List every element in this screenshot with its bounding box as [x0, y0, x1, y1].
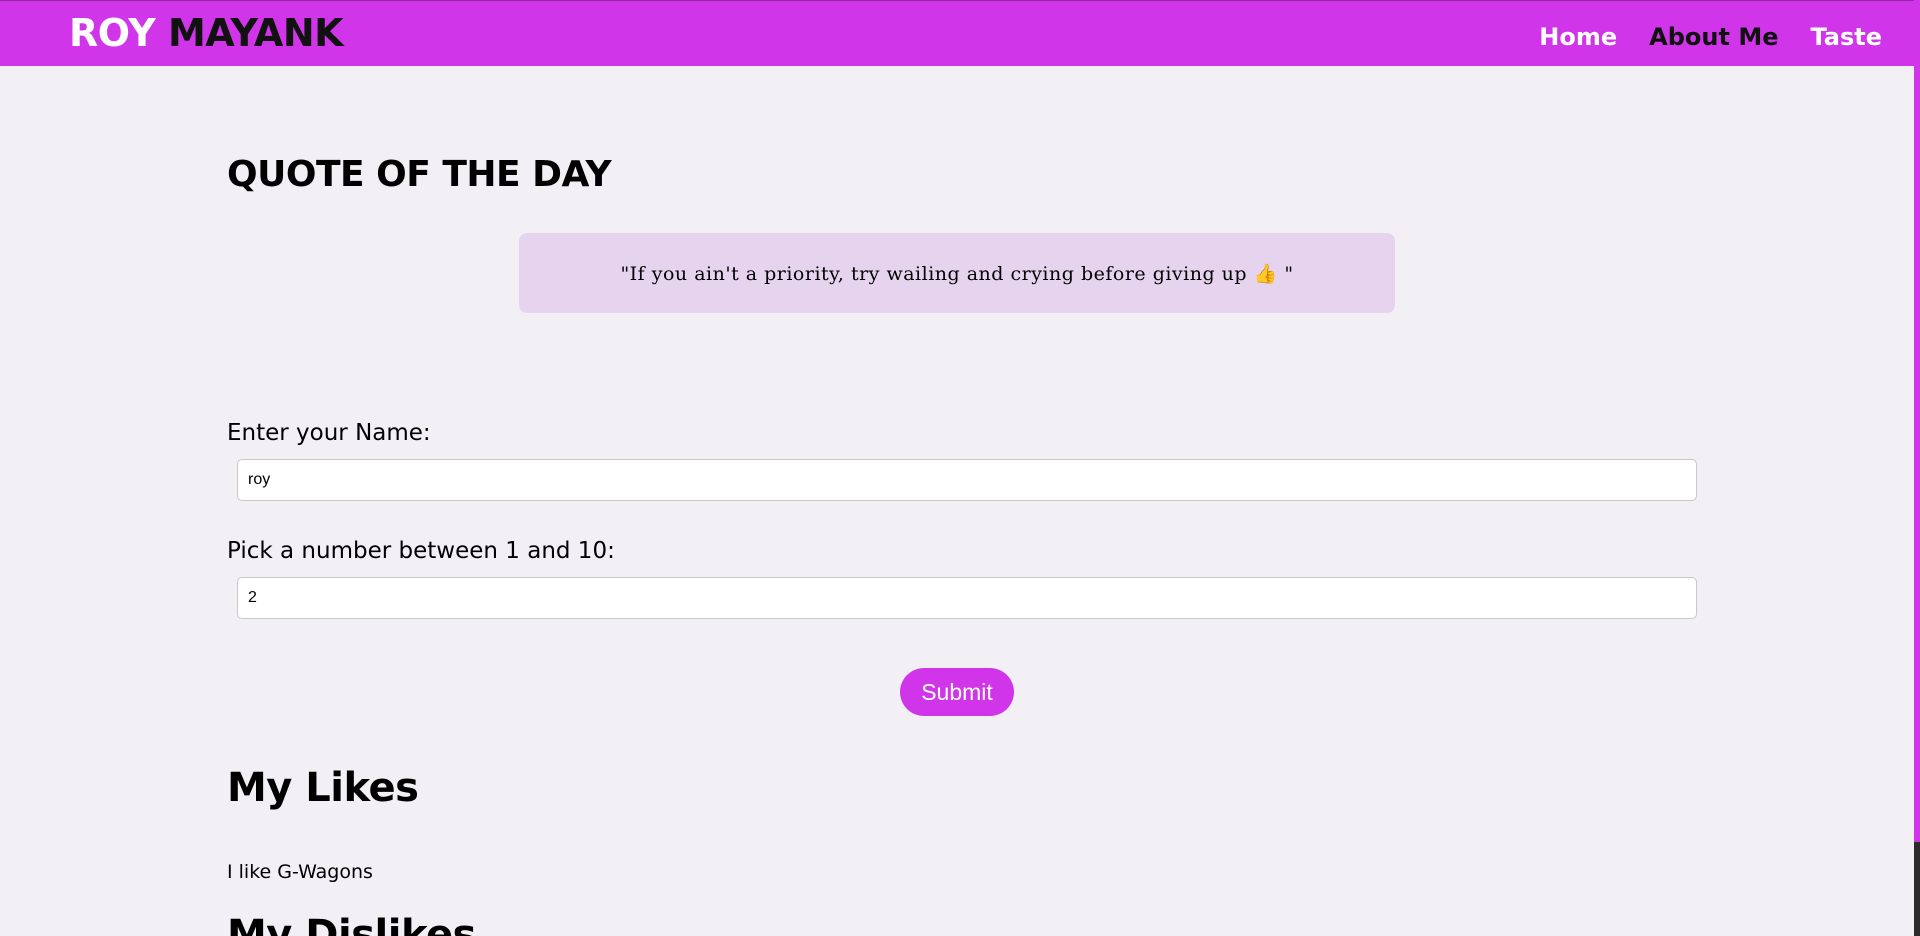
brand-first-name: ROY: [69, 11, 156, 55]
nav-links: Home About Me Taste: [1539, 21, 1882, 53]
brand-last-name: MAYANK: [167, 11, 344, 55]
scrollbar-track[interactable]: [1914, 0, 1920, 936]
my-dislikes-heading: My Dislikes: [227, 912, 476, 936]
top-navbar: ROY MAYANK Home About Me Taste: [0, 0, 1916, 66]
nav-link-home[interactable]: Home: [1539, 21, 1617, 53]
quote-box: "If you ain't a priority, try wailing an…: [519, 233, 1395, 313]
scrollbar-thumb[interactable]: [1914, 0, 1920, 842]
name-label: Enter your Name:: [227, 420, 431, 446]
quote-text: "If you ain't a priority, try wailing an…: [620, 262, 1294, 285]
number-input[interactable]: [237, 577, 1697, 619]
likes-text: I like G-Wagons: [227, 861, 373, 883]
submit-button[interactable]: Submit: [900, 668, 1014, 716]
nav-link-about-me[interactable]: About Me: [1649, 21, 1778, 53]
quote-of-the-day-heading: QUOTE OF THE DAY: [227, 154, 612, 195]
my-likes-heading: My Likes: [227, 765, 419, 811]
nav-link-taste[interactable]: Taste: [1810, 21, 1882, 53]
name-input[interactable]: [237, 459, 1697, 501]
number-label: Pick a number between 1 and 10:: [227, 538, 615, 564]
site-brand[interactable]: ROY MAYANK: [69, 9, 344, 57]
